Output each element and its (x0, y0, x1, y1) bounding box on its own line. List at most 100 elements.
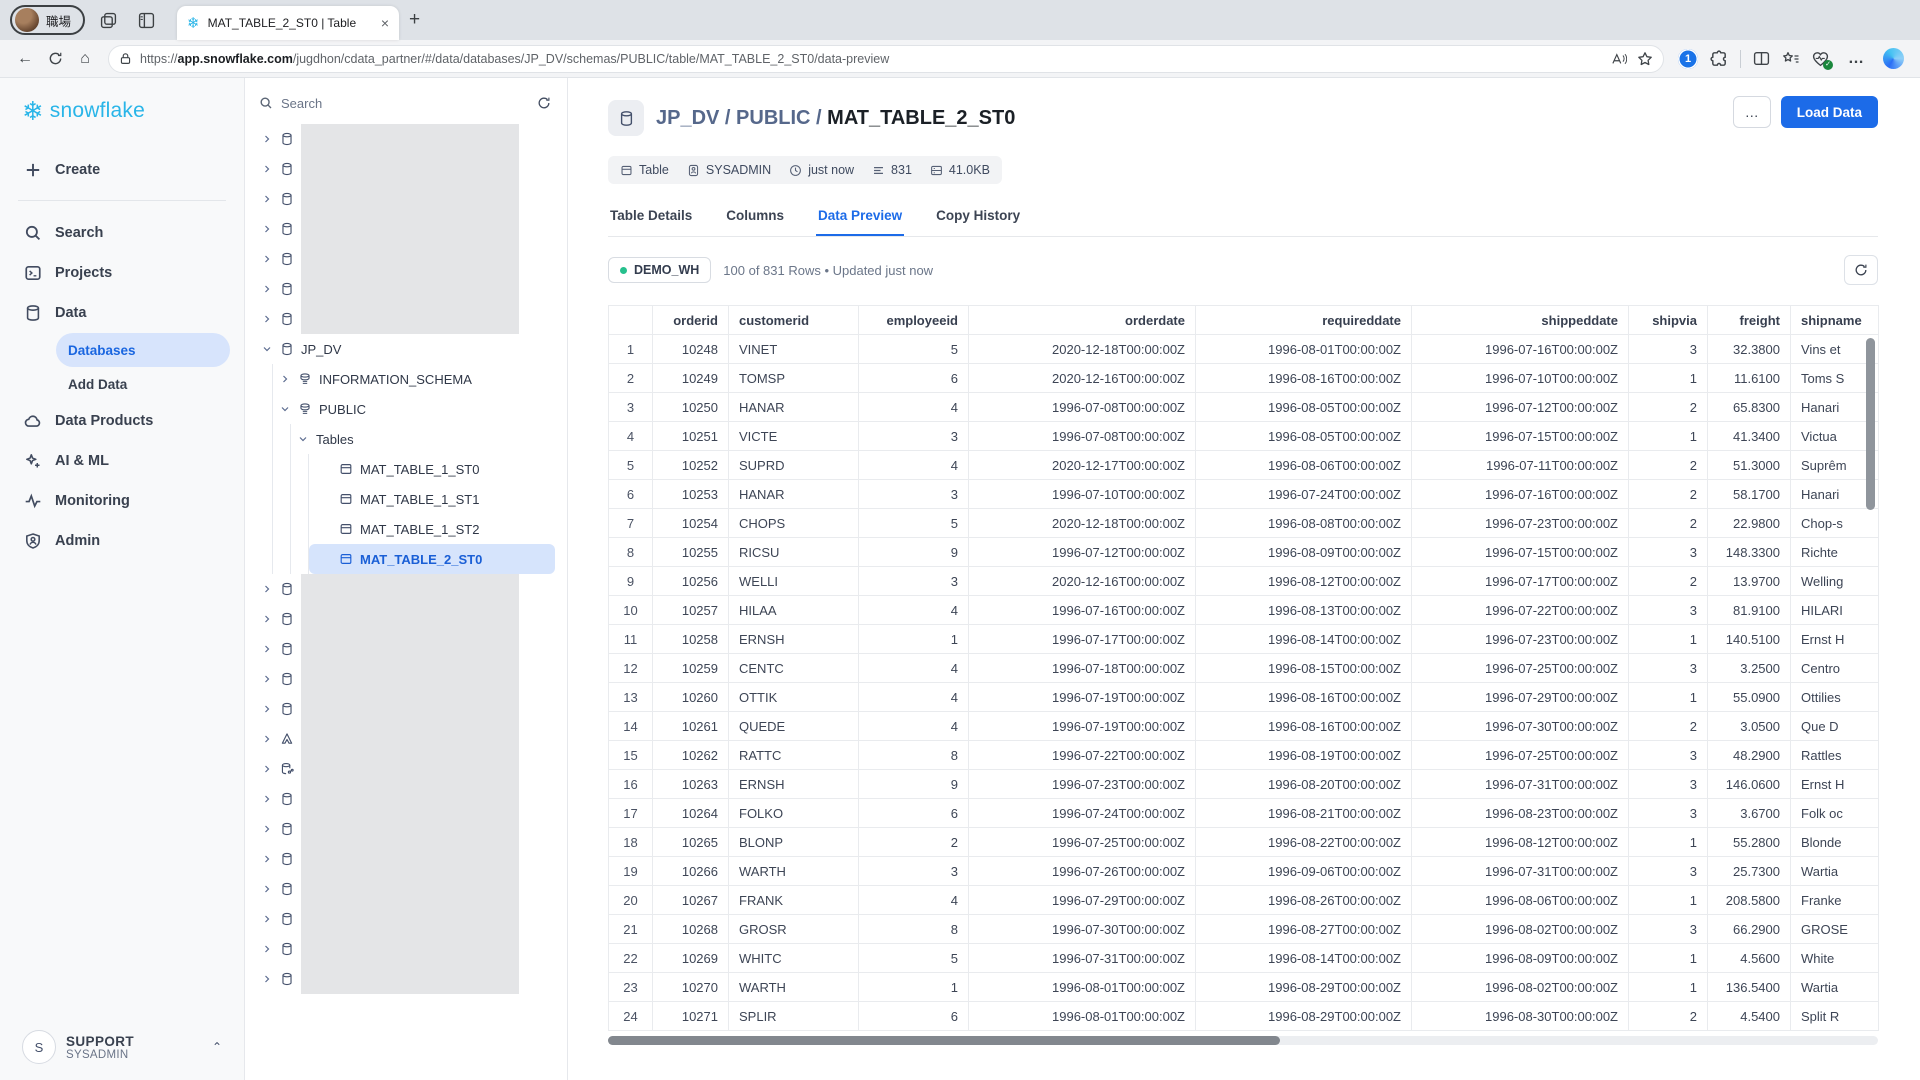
tree-item-redacted[interactable] (255, 784, 555, 814)
tree-item-redacted[interactable] (255, 664, 555, 694)
tree-item-table[interactable]: MAT_TABLE_1_ST2 (309, 514, 555, 544)
chevron-right-icon[interactable] (261, 193, 273, 205)
chevron-right-icon[interactable] (261, 583, 273, 595)
column-header[interactable]: requireddate (1196, 306, 1412, 335)
password-manager-icon[interactable]: 1 (1678, 49, 1698, 69)
tree-item-table-selected[interactable]: MAT_TABLE_2_ST0 (309, 544, 555, 574)
chevron-right-icon[interactable] (261, 643, 273, 655)
tree-item-redacted[interactable] (255, 244, 555, 274)
tree-item-redacted[interactable] (255, 154, 555, 184)
tree-search-input[interactable] (281, 96, 529, 111)
new-tab-button[interactable]: + (409, 9, 420, 31)
sidebar-item-add-data[interactable]: Add Data (56, 367, 230, 401)
tree-item-redacted[interactable] (255, 214, 555, 244)
chevron-right-icon[interactable] (261, 733, 273, 745)
tab-table-details[interactable]: Table Details (608, 208, 694, 236)
chevron-right-icon[interactable] (261, 163, 273, 175)
tab-copy-history[interactable]: Copy History (934, 208, 1022, 236)
column-header[interactable]: freight (1708, 306, 1791, 335)
chevron-right-icon[interactable] (261, 853, 273, 865)
chevron-down-icon[interactable] (261, 343, 273, 355)
vertical-tabs-icon[interactable] (131, 5, 161, 35)
tree-item-redacted[interactable] (255, 274, 555, 304)
tab-data-preview[interactable]: Data Preview (816, 208, 904, 236)
copilot-icon[interactable] (1883, 48, 1904, 69)
split-screen-icon[interactable] (1753, 50, 1770, 67)
tree-item-redacted[interactable] (255, 184, 555, 214)
horizontal-scrollbar-thumb[interactable] (608, 1036, 1280, 1045)
tree-item-schema-public[interactable]: PUBLIC (273, 394, 555, 424)
vertical-scrollbar[interactable] (1866, 338, 1875, 510)
address-bar[interactable]: https://app.snowflake.com/jugdhon/cdata_… (108, 45, 1664, 73)
chevron-right-icon[interactable] (261, 763, 273, 775)
chevron-right-icon[interactable] (261, 973, 273, 985)
sidebar-item-admin[interactable]: Admin (14, 521, 230, 561)
reload-icon[interactable] (40, 44, 70, 74)
tree-item-database-jpdv[interactable]: JP_DV (255, 334, 555, 364)
snowflake-logo[interactable]: ❄ snowflake (14, 98, 230, 124)
account-menu[interactable]: S SUPPORT SYSADMIN ⌃ (14, 1030, 230, 1064)
close-tab-icon[interactable]: × (381, 15, 389, 31)
chevron-right-icon[interactable] (261, 223, 273, 235)
chevron-right-icon[interactable] (261, 943, 273, 955)
tree-item-redacted[interactable] (255, 124, 555, 154)
extensions-icon[interactable] (1710, 50, 1728, 68)
chevron-right-icon[interactable] (261, 253, 273, 265)
tree-item-redacted[interactable] (255, 934, 555, 964)
tree-item-redacted[interactable] (255, 844, 555, 874)
tree-item-redacted[interactable] (255, 634, 555, 664)
column-header[interactable]: shipvia (1629, 306, 1708, 335)
tree-item-schema-information[interactable]: INFORMATION_SCHEMA (273, 364, 555, 394)
chevron-right-icon[interactable] (261, 913, 273, 925)
chevron-down-icon[interactable] (279, 403, 291, 415)
favorites-icon[interactable] (1782, 50, 1800, 67)
chevron-right-icon[interactable] (261, 283, 273, 295)
tree-item-table[interactable]: MAT_TABLE_1_ST0 (309, 454, 555, 484)
sidebar-item-ai-ml[interactable]: AI & ML (14, 441, 230, 481)
horizontal-scrollbar-track[interactable] (608, 1036, 1878, 1045)
sidebar-item-monitoring[interactable]: Monitoring (14, 481, 230, 521)
refresh-icon[interactable] (537, 96, 551, 110)
chevron-right-icon[interactable] (261, 133, 273, 145)
tree-item-redacted[interactable] (255, 964, 555, 994)
back-icon[interactable]: ← (10, 44, 40, 74)
chevron-right-icon[interactable] (261, 673, 273, 685)
chevron-right-icon[interactable] (261, 793, 273, 805)
sidebar-item-data-products[interactable]: Data Products (14, 401, 230, 441)
more-menu-icon[interactable]: … (1841, 44, 1871, 74)
tree-item-redacted[interactable] (255, 754, 555, 784)
warehouse-pill[interactable]: DEMO_WH (608, 257, 711, 283)
sidebar-item-search[interactable]: Search (14, 213, 230, 253)
column-header[interactable]: employeeid (859, 306, 969, 335)
load-data-button[interactable]: Load Data (1781, 96, 1878, 128)
chevron-right-icon[interactable] (261, 313, 273, 325)
tree-item-redacted[interactable] (255, 604, 555, 634)
home-icon[interactable]: ⌂ (70, 44, 100, 74)
chevron-right-icon[interactable] (261, 613, 273, 625)
tree-item-redacted[interactable] (255, 574, 555, 604)
sidebar-item-databases[interactable]: Databases (56, 333, 230, 367)
sidebar-item-data[interactable]: Data (14, 293, 230, 333)
more-actions-button[interactable]: … (1733, 96, 1771, 128)
tree-item-redacted[interactable] (255, 694, 555, 724)
sidebar-item-projects[interactable]: Projects (14, 253, 230, 293)
chevron-right-icon[interactable] (261, 703, 273, 715)
column-header[interactable]: orderid (653, 306, 729, 335)
tree-item-table[interactable]: MAT_TABLE_1_ST1 (309, 484, 555, 514)
refresh-preview-button[interactable] (1844, 255, 1878, 285)
chevron-right-icon[interactable] (261, 823, 273, 835)
create-button[interactable]: Create (14, 150, 230, 190)
column-header[interactable]: shipname (1791, 306, 1879, 335)
tree-item-redacted[interactable] (255, 304, 555, 334)
browser-profile-button[interactable]: 職場 (10, 5, 85, 35)
tree-item-redacted[interactable] (255, 814, 555, 844)
tree-item-redacted[interactable] (255, 874, 555, 904)
tab-columns[interactable]: Columns (724, 208, 786, 236)
breadcrumb-path[interactable]: JP_DV / PUBLIC / (656, 107, 822, 129)
column-header[interactable]: shippeddate (1412, 306, 1629, 335)
tree-item-tables-group[interactable]: Tables (291, 424, 555, 454)
workspaces-icon[interactable] (93, 5, 123, 35)
read-aloud-icon[interactable] (1611, 52, 1627, 66)
column-header[interactable] (609, 306, 653, 335)
column-header[interactable]: orderdate (969, 306, 1196, 335)
